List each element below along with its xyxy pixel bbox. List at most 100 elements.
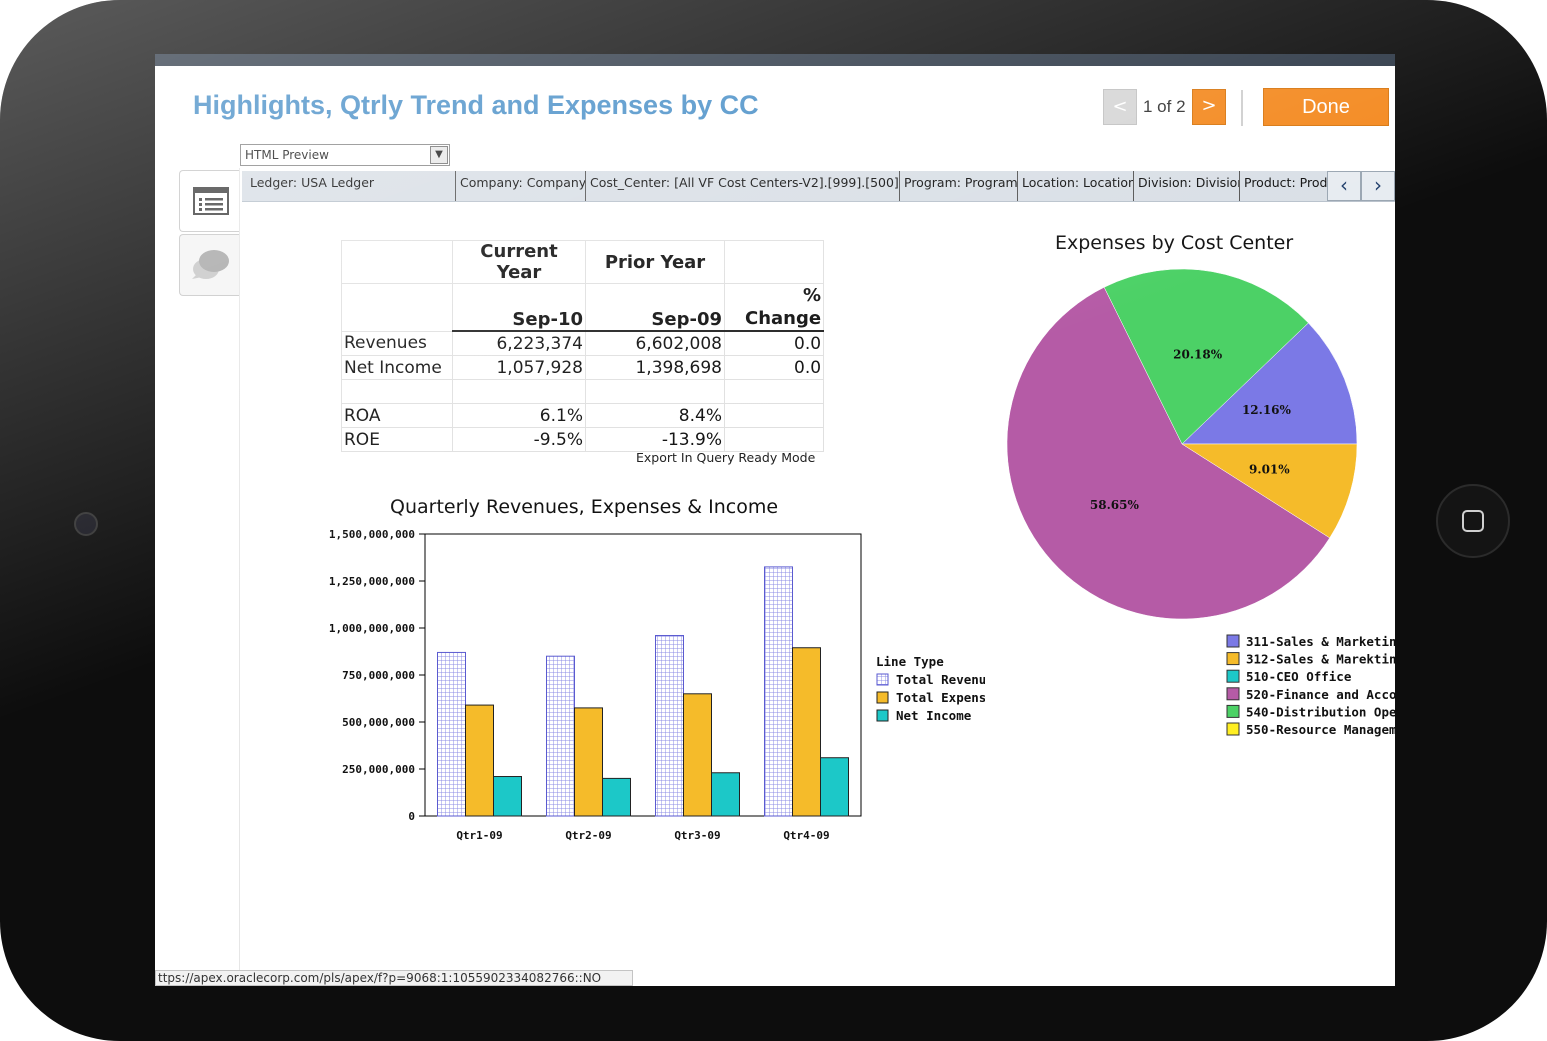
y-tick-label: 750,000,000 xyxy=(342,669,415,682)
row-label: ROA xyxy=(341,403,453,428)
bar xyxy=(437,651,466,817)
legend-label: Total Expenses xyxy=(896,690,985,705)
table-row: ROA 6.1% 8.4% xyxy=(341,403,825,428)
x-tick-label: Qtr2-09 xyxy=(565,829,611,842)
table-cell: 1,057,928 xyxy=(452,355,586,380)
pie-slice-label: 20.18% xyxy=(1173,347,1223,361)
legend-label: 311-Sales & Marketing US xyxy=(1246,634,1395,649)
pie-chart: 12.16% 20.18% 58.65% 9.01% 311-Sales & Marke… xyxy=(1006,268,1395,737)
table-cell: 6,602,008 xyxy=(585,330,725,356)
pov-division[interactable]: Division: Division xyxy=(1133,171,1239,201)
previous-page-button[interactable]: < xyxy=(1103,89,1137,125)
y-tick-label: 500,000,000 xyxy=(342,716,415,729)
table-cell: 0.0 xyxy=(723,355,825,380)
kpi-header-row: Current Year Prior Year xyxy=(341,240,825,284)
legend-swatch xyxy=(1226,669,1240,683)
home-square-icon xyxy=(1462,510,1484,532)
legend-label: 510-CEO Office xyxy=(1246,669,1352,684)
column-header: Prior Year xyxy=(585,240,725,284)
camera-icon xyxy=(74,512,98,536)
screen-top-strip xyxy=(155,54,1395,66)
table-cell: -9.5% xyxy=(452,427,586,452)
legend-swatch xyxy=(876,691,889,704)
table-cell xyxy=(723,403,825,428)
bar xyxy=(465,704,494,817)
table-row: Net Income 1,057,928 1,398,698 0.0 xyxy=(341,355,825,380)
table-cell: 6,223,374 xyxy=(452,330,586,356)
column-header xyxy=(723,240,825,284)
table-cell: 1,398,698 xyxy=(585,355,725,380)
page-indicator: 1 of 2 xyxy=(1143,97,1186,116)
pov-program[interactable]: Program: Program xyxy=(899,171,1017,201)
legend-swatch xyxy=(1226,634,1240,648)
pov-scroll-right-button[interactable]: › xyxy=(1361,171,1395,201)
pov-ledger[interactable]: Ledger: USA Ledger xyxy=(242,171,455,201)
bar-chart: 0 250,000,000 500,000,000 750,000,000 1,000,… xyxy=(329,528,985,842)
column-header: % Change xyxy=(723,283,825,332)
row-label: Net Income xyxy=(341,355,453,380)
legend-label: Net Income xyxy=(896,708,972,723)
header-divider xyxy=(1241,90,1243,126)
tab-comments[interactable] xyxy=(179,234,239,296)
table-cell: 8.4% xyxy=(585,403,725,428)
row-label xyxy=(341,379,453,404)
x-tick-label: Qtr3-09 xyxy=(674,829,720,842)
pie-slice-label: 9.01% xyxy=(1249,462,1290,476)
bar xyxy=(655,635,684,817)
legend-swatch xyxy=(876,709,889,722)
y-tick-label: 1,250,000,000 xyxy=(329,575,415,588)
kpi-table: Current Year Prior Year Sep-10 Sep-09 % … xyxy=(341,240,825,452)
page-title: Highlights, Qtrly Trend and Expenses by … xyxy=(193,90,759,120)
legend-swatch xyxy=(1226,704,1240,718)
pov-product[interactable]: Product: Prod xyxy=(1239,171,1327,201)
chevron-down-icon[interactable]: ▼ xyxy=(430,146,448,164)
legend-swatch xyxy=(1226,722,1240,736)
y-tick-label: 1,500,000,000 xyxy=(329,528,415,541)
sidebar xyxy=(155,168,240,986)
done-button[interactable]: Done xyxy=(1263,88,1389,126)
pov-company[interactable]: Company: Company xyxy=(455,171,585,201)
column-header: Sep-10 xyxy=(452,283,586,332)
bar xyxy=(602,777,631,817)
x-tick-label: Qtr4-09 xyxy=(783,829,829,842)
column-header: Sep-09 xyxy=(585,283,725,332)
bar-chart-title: Quarterly Revenues, Expenses & Income xyxy=(390,496,779,518)
pov-cost-center[interactable]: Cost_Center: [All VF Cost Centers-V2].[9… xyxy=(585,171,899,201)
home-button[interactable] xyxy=(1436,484,1510,558)
next-page-button[interactable]: > xyxy=(1192,89,1226,125)
tab-report[interactable] xyxy=(179,170,239,232)
kpi-subheader-row: Sep-10 Sep-09 % Change xyxy=(341,283,825,332)
preview-mode-select[interactable]: HTML Preview ▼ xyxy=(240,144,450,166)
y-tick-label: 1,000,000,000 xyxy=(329,622,415,635)
legend-label: 312-Sales & Marekting CAD xyxy=(1246,652,1395,667)
legend-swatch xyxy=(1226,652,1240,666)
y-tick-label: 250,000,000 xyxy=(342,763,415,776)
row-label: Revenues xyxy=(341,330,453,356)
export-link[interactable]: Export In Query Ready Mode xyxy=(636,450,815,465)
legend-label: 520-Finance and Accounting xyxy=(1246,687,1395,702)
bar xyxy=(711,772,740,817)
legend-label: 540-Distribution Operations xyxy=(1246,704,1395,719)
bar xyxy=(546,655,575,817)
table-cell xyxy=(452,379,586,404)
pov-bar: Ledger: USA Ledger Company: Company Cost… xyxy=(242,171,1395,202)
bar xyxy=(574,707,603,817)
table-row: Revenues 6,223,374 6,602,008 0.0 xyxy=(341,330,825,356)
pov-location[interactable]: Location: Location xyxy=(1017,171,1133,201)
pie-slice-label: 58.65% xyxy=(1090,498,1140,512)
preview-mode-value: HTML Preview xyxy=(245,148,329,162)
pov-scroll-left-button[interactable]: ‹ xyxy=(1327,171,1361,201)
pie-chart-title: Expenses by Cost Center xyxy=(1055,232,1294,254)
legend-label: 550-Resource Management xyxy=(1246,722,1395,737)
list-icon xyxy=(193,187,229,215)
y-tick-label: 0 xyxy=(408,810,415,823)
legend-title: Line Type xyxy=(876,654,944,669)
bar xyxy=(493,776,522,817)
app-screen: Highlights, Qtrly Trend and Expenses by … xyxy=(155,54,1395,986)
legend-swatch xyxy=(876,673,889,686)
row-label: ROE xyxy=(341,427,453,452)
bar xyxy=(764,566,793,817)
column-header: Current Year xyxy=(452,240,586,284)
table-cell: 6.1% xyxy=(452,403,586,428)
table-cell xyxy=(585,379,725,404)
